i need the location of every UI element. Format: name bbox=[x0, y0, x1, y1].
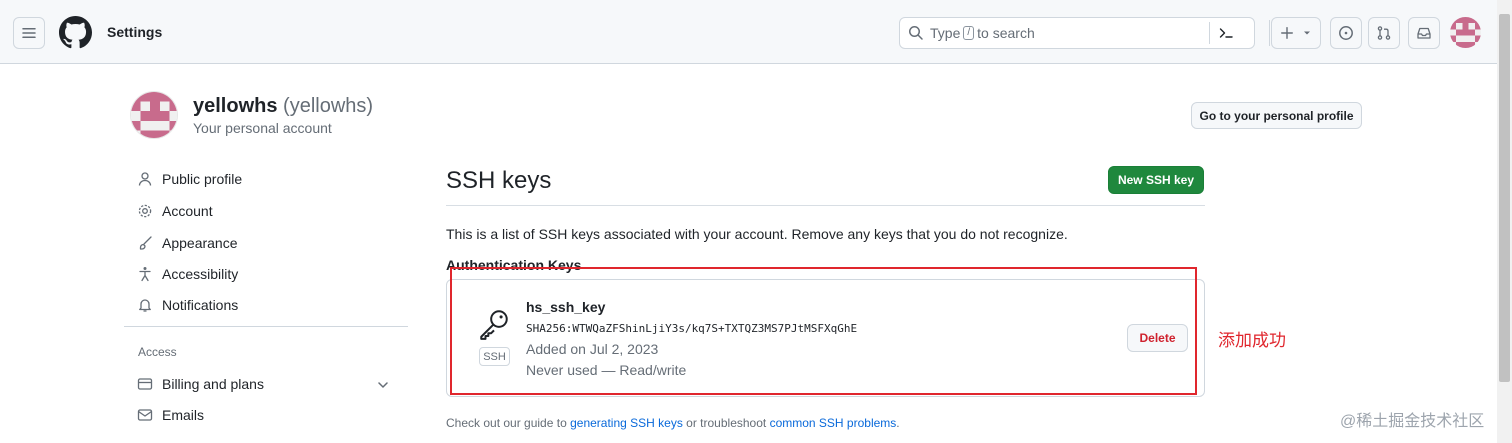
credit-card-icon bbox=[136, 375, 154, 393]
sidebar-item-label: Emails bbox=[162, 407, 205, 423]
mail-icon bbox=[136, 406, 154, 424]
search-shortcut-key: / bbox=[963, 26, 975, 40]
accessibility-icon bbox=[136, 265, 154, 283]
page-description: This is a list of SSH keys associated wi… bbox=[446, 226, 1068, 242]
guide-suffix: . bbox=[896, 416, 900, 430]
account-name: yellowhs (yellowhs) bbox=[193, 95, 373, 118]
issue-opened-icon bbox=[1339, 26, 1353, 40]
git-pull-request-icon bbox=[1377, 26, 1391, 40]
menu-button[interactable] bbox=[13, 17, 45, 49]
identicon-avatar-icon bbox=[1450, 17, 1481, 48]
annotation-text: 添加成功 bbox=[1218, 331, 1286, 350]
header-title: Settings bbox=[107, 24, 163, 40]
sidebar-item-notifications[interactable]: Notifications bbox=[136, 293, 238, 317]
sidebar-item-label: Account bbox=[162, 203, 213, 219]
inbox-icon bbox=[1417, 27, 1431, 39]
account-subtitle: Your personal account bbox=[193, 120, 332, 136]
sidebar-item-billing[interactable]: Billing and plans bbox=[136, 372, 264, 396]
search-placeholder-prefix: Type bbox=[930, 25, 961, 41]
sidebar-item-accessibility[interactable]: Accessibility bbox=[136, 262, 238, 286]
github-octocat-icon bbox=[59, 16, 92, 49]
new-ssh-key-button[interactable]: New SSH key bbox=[1108, 166, 1204, 194]
watermark: @稀土掘金技术社区 bbox=[1340, 413, 1485, 430]
user-avatar-large bbox=[130, 91, 178, 139]
search-input[interactable]: Type / to search bbox=[899, 17, 1255, 49]
sidebar-heading-access: Access bbox=[138, 345, 177, 359]
sidebar-item-label: Accessibility bbox=[162, 266, 239, 282]
sidebar-divider bbox=[124, 326, 408, 327]
common-ssh-problems-link[interactable]: common SSH problems bbox=[770, 416, 897, 430]
sidebar-item-label: Appearance bbox=[162, 235, 238, 251]
sidebar-item-label: Billing and plans bbox=[162, 376, 264, 392]
sidebar-item-appearance[interactable]: Appearance bbox=[136, 231, 238, 255]
account-display-name: (yellowhs) bbox=[283, 95, 374, 117]
bell-icon bbox=[136, 296, 154, 314]
account-login[interactable]: yellowhs bbox=[193, 95, 277, 117]
sidebar-item-public-profile[interactable]: Public profile bbox=[136, 167, 242, 191]
caret-down-icon bbox=[1304, 31, 1310, 35]
search-icon bbox=[909, 26, 923, 40]
sidebar-item-emails[interactable]: Emails bbox=[136, 403, 204, 427]
person-icon bbox=[136, 170, 154, 188]
generating-ssh-keys-link[interactable]: generating SSH keys bbox=[570, 416, 683, 430]
inbox-button[interactable] bbox=[1408, 17, 1440, 49]
pull-requests-button[interactable] bbox=[1368, 17, 1400, 49]
header-divider bbox=[1269, 20, 1270, 46]
annotation-highlight-box bbox=[450, 267, 1197, 395]
plus-icon bbox=[1281, 27, 1293, 39]
go-to-profile-button[interactable]: Go to your personal profile bbox=[1191, 102, 1362, 129]
top-header: Settings Type / to search bbox=[0, 0, 1497, 64]
title-divider bbox=[446, 205, 1205, 206]
search-divider bbox=[1209, 22, 1210, 44]
identicon-avatar-icon bbox=[131, 92, 177, 138]
github-logo[interactable] bbox=[59, 16, 92, 49]
issues-button[interactable] bbox=[1330, 17, 1362, 49]
ssh-guide-note: Check out our guide to generating SSH ke… bbox=[446, 416, 900, 430]
user-avatar-small[interactable] bbox=[1450, 17, 1481, 48]
paintbrush-icon bbox=[136, 234, 154, 252]
hamburger-icon bbox=[22, 28, 36, 38]
command-palette-icon[interactable] bbox=[1218, 25, 1234, 41]
search-placeholder-suffix: to search bbox=[977, 25, 1035, 41]
guide-middle: or troubleshoot bbox=[686, 416, 767, 430]
chevron-down-icon[interactable] bbox=[375, 377, 391, 393]
page-title: SSH keys bbox=[446, 167, 552, 194]
create-new-button[interactable] bbox=[1271, 17, 1321, 49]
page-scrollbar-thumb[interactable] bbox=[1499, 14, 1510, 382]
gear-icon bbox=[136, 202, 154, 220]
guide-prefix: Check out our guide to bbox=[446, 416, 567, 430]
sidebar-item-label: Notifications bbox=[162, 297, 239, 313]
sidebar-item-account[interactable]: Account bbox=[136, 199, 213, 223]
sidebar-item-label: Public profile bbox=[162, 171, 243, 187]
